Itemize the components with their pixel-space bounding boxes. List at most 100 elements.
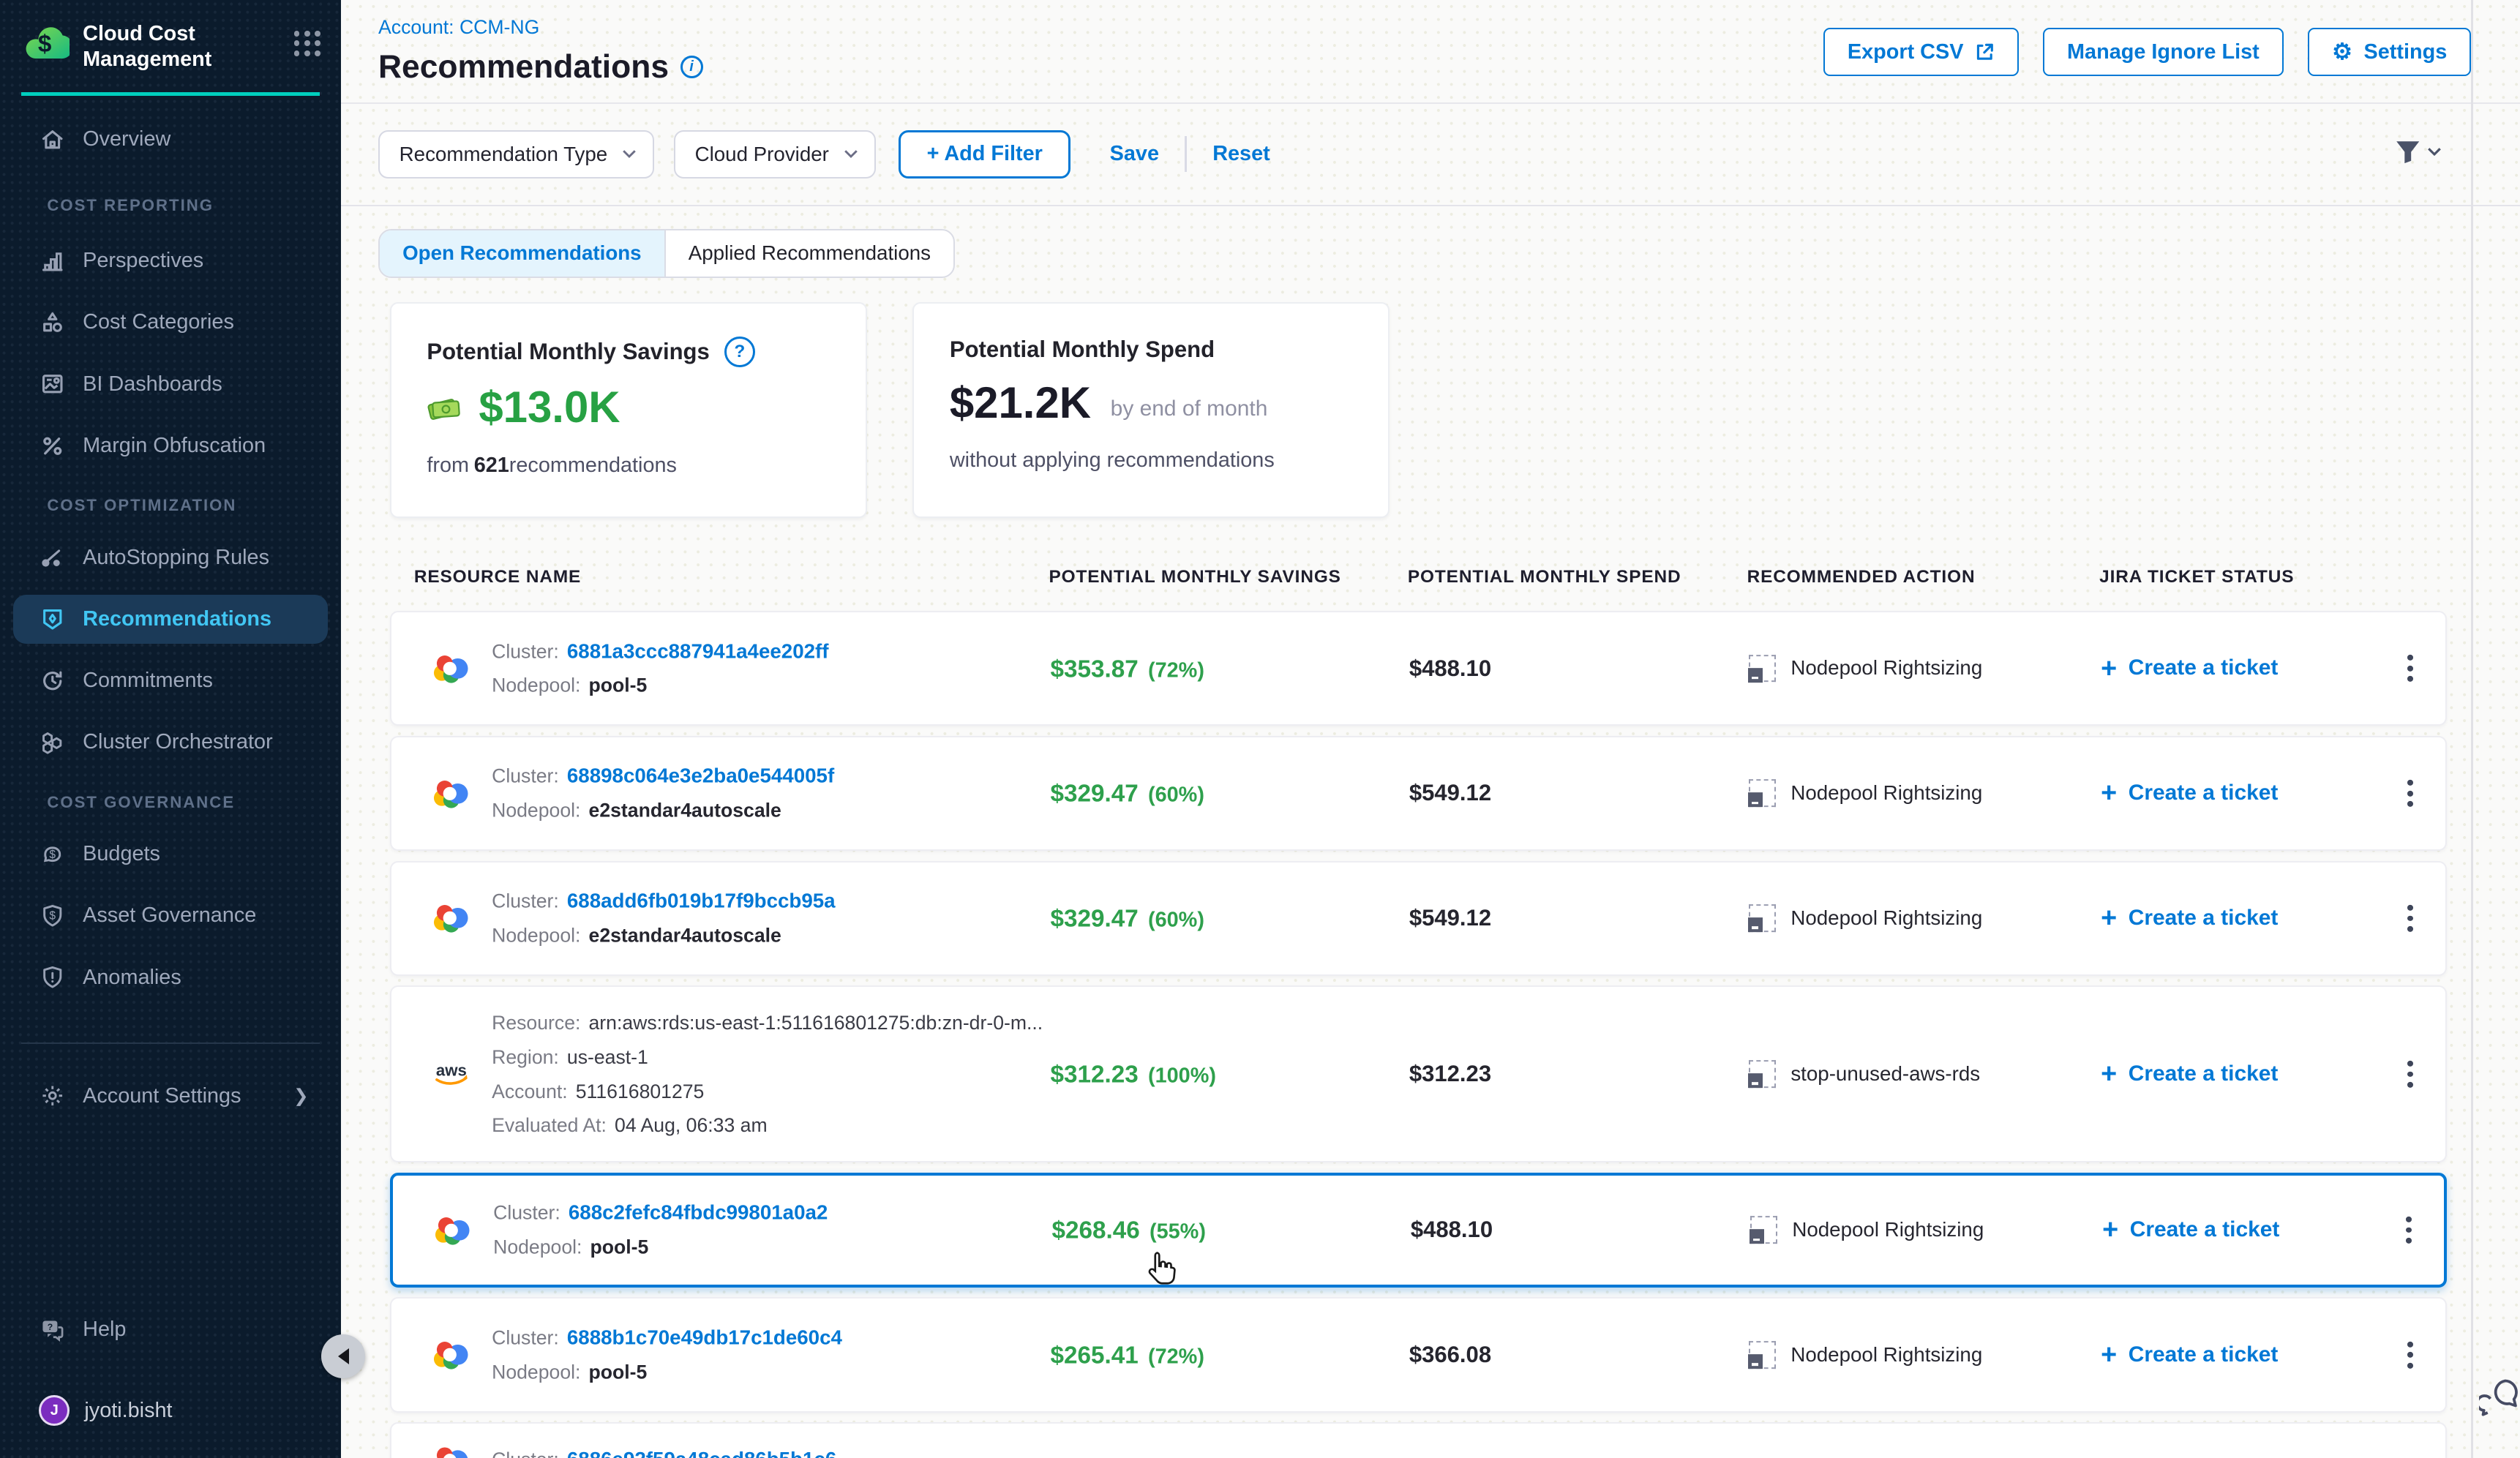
create-ticket-link[interactable]: +Create a ticket bbox=[2101, 780, 2278, 808]
recommendation-type-dropdown[interactable]: Recommendation Type bbox=[378, 130, 654, 179]
filter-funnel-icon[interactable] bbox=[2395, 140, 2442, 164]
create-ticket-link[interactable]: +Create a ticket bbox=[2102, 1216, 2279, 1244]
clock-refresh-icon bbox=[39, 667, 67, 695]
sidebar-item-anomalies[interactable]: Anomalies bbox=[13, 953, 328, 1002]
hexagons-icon bbox=[39, 729, 67, 756]
create-ticket-link[interactable]: +Create a ticket bbox=[2101, 655, 2278, 683]
save-filter-link[interactable]: Save bbox=[1110, 142, 1159, 166]
create-ticket-link[interactable]: +Create a ticket bbox=[2101, 1060, 2278, 1088]
money-icon bbox=[427, 391, 465, 422]
create-ticket-link[interactable]: +Create a ticket bbox=[2101, 904, 2278, 932]
spend-value: $488.10 bbox=[1411, 1217, 1493, 1243]
savings-value: $268.46 bbox=[1051, 1217, 1139, 1244]
sidebar-item-label: Commitments bbox=[83, 669, 213, 693]
row-menu-button[interactable] bbox=[2401, 773, 2420, 813]
shapes-icon bbox=[39, 309, 67, 337]
info-icon[interactable]: i bbox=[680, 56, 703, 78]
row-menu-button[interactable] bbox=[2401, 1054, 2420, 1094]
table-row-selected[interactable]: Cluster:688c2fefc84fbdc99801a0a2 Nodepoo… bbox=[390, 1173, 2447, 1288]
savings-value: $329.47 bbox=[1050, 781, 1138, 808]
plus-icon: + bbox=[2101, 780, 2117, 808]
sidebar-divider bbox=[21, 1042, 320, 1044]
spend-value: $366.08 bbox=[1409, 1342, 1491, 1368]
table-row[interactable]: Cluster:688add6fb019b17f9bccb95a Nodepoo… bbox=[390, 861, 2447, 977]
add-filter-button[interactable]: + Add Filter bbox=[899, 130, 1070, 179]
row-menu-button[interactable] bbox=[2401, 898, 2420, 938]
plus-icon: + bbox=[2101, 655, 2117, 683]
savings-value: $329.47 bbox=[1050, 906, 1138, 933]
sidebar-item-bi-dashboards[interactable]: BI Dashboards bbox=[13, 360, 328, 409]
autostopping-icon bbox=[39, 544, 67, 571]
cloud-provider-dropdown[interactable]: Cloud Provider bbox=[674, 130, 876, 179]
sidebar-item-label: BI Dashboards bbox=[83, 372, 222, 397]
settings-button[interactable]: ⚙ Settings bbox=[2308, 28, 2471, 77]
potential-monthly-spend-card: Potential Monthly Spend $21.2K by end of… bbox=[912, 302, 1390, 518]
sidebar: $ Cloud Cost Management Overview COST RE… bbox=[0, 0, 341, 1458]
table-row[interactable]: Cluster:6886e92f59a48cad86b5b1c6 $244.05… bbox=[390, 1422, 2447, 1457]
sidebar-item-label: Account Settings bbox=[83, 1084, 241, 1108]
table-row[interactable]: aws Resource:arn:aws:rds:us-east-1:51161… bbox=[390, 985, 2447, 1162]
page-header: Account: CCM-NG Recommendations i Export… bbox=[341, 0, 2520, 104]
sidebar-item-cluster-orchestrator[interactable]: Cluster Orchestrator bbox=[13, 718, 328, 767]
spend-value: $549.12 bbox=[1409, 780, 1491, 806]
action-label: Nodepool Rightsizing bbox=[1790, 781, 1982, 805]
cluster-link[interactable]: 688add6fb019b17f9bccb95a bbox=[567, 890, 836, 912]
create-ticket-link[interactable]: +Create a ticket bbox=[2101, 1341, 2278, 1369]
sidebar-item-autostopping-rules[interactable]: AutoStopping Rules bbox=[13, 533, 328, 582]
gear-icon: ⚙ bbox=[2332, 40, 2352, 63]
sidebar-item-margin-obfuscation[interactable]: Margin Obfuscation bbox=[13, 421, 328, 470]
plus-icon: + bbox=[2101, 1341, 2117, 1369]
app-window: $ Cloud Cost Management Overview COST RE… bbox=[0, 0, 2520, 1458]
sidebar-item-recommendations[interactable]: Recommendations bbox=[13, 595, 328, 644]
rightsizing-icon bbox=[1749, 655, 1777, 683]
export-csv-button[interactable]: Export CSV bbox=[1823, 28, 2019, 77]
cluster-link[interactable]: 68898c064e3e2ba0e544005f bbox=[567, 764, 834, 787]
row-menu-button[interactable] bbox=[2401, 648, 2420, 688]
svg-text:$: $ bbox=[38, 31, 52, 58]
tab-applied-recommendations[interactable]: Applied Recommendations bbox=[666, 230, 953, 277]
table-row[interactable]: Cluster:6881a3ccc887941a4ee202ff Nodepoo… bbox=[390, 611, 2447, 726]
user-menu[interactable]: J jyoti.bisht bbox=[0, 1383, 341, 1438]
sidebar-item-commitments[interactable]: Commitments bbox=[13, 656, 328, 705]
dashboard-image-icon bbox=[39, 370, 67, 398]
plus-icon: + bbox=[2102, 1216, 2118, 1244]
breadcrumb-account[interactable]: Account: CCM-NG bbox=[378, 16, 539, 39]
support-chat-icon[interactable] bbox=[2479, 1377, 2519, 1422]
sidebar-item-label: Help bbox=[83, 1318, 126, 1342]
action-label: Nodepool Rightsizing bbox=[1790, 906, 1982, 930]
sidebar-item-perspectives[interactable]: Perspectives bbox=[13, 236, 328, 285]
sidebar-item-label: Budgets bbox=[83, 842, 160, 866]
cluster-link[interactable]: 688c2fefc84fbdc99801a0a2 bbox=[569, 1201, 828, 1224]
sidebar-item-cost-categories[interactable]: Cost Categories bbox=[13, 298, 328, 347]
table-row[interactable]: Cluster:68898c064e3e2ba0e544005f Nodepoo… bbox=[390, 736, 2447, 852]
savings-percent: (60%) bbox=[1148, 784, 1204, 807]
gcp-icon bbox=[430, 776, 473, 811]
savings-value: $312.23 bbox=[1050, 1061, 1138, 1089]
chevron-down-icon bbox=[844, 149, 858, 159]
sidebar-item-budgets[interactable]: $ Budgets bbox=[13, 830, 328, 879]
cluster-link[interactable]: 6881a3ccc887941a4ee202ff bbox=[567, 639, 829, 662]
action-label: Nodepool Rightsizing bbox=[1792, 1218, 1984, 1241]
sidebar-collapse-button[interactable] bbox=[321, 1334, 365, 1378]
table-header: RESOURCE NAME POTENTIAL MONTHLY SAVINGS … bbox=[390, 567, 2520, 590]
cluster-link[interactable]: 6886e92f59a48cad86b5b1c6 bbox=[567, 1448, 836, 1458]
sidebar-item-overview[interactable]: Overview bbox=[13, 116, 328, 165]
apps-grid-icon[interactable] bbox=[294, 31, 322, 56]
cluster-link[interactable]: 6888b1c70e49db17c1de60c4 bbox=[567, 1326, 842, 1349]
rightsizing-icon bbox=[1749, 1060, 1777, 1088]
main-content: Account: CCM-NG Recommendations i Export… bbox=[341, 0, 2520, 1458]
reset-filter-link[interactable]: Reset bbox=[1212, 142, 1270, 166]
sidebar-item-help[interactable]: ? Help bbox=[13, 1305, 328, 1354]
row-menu-button[interactable] bbox=[2401, 1335, 2420, 1375]
tab-open-recommendations[interactable]: Open Recommendations bbox=[380, 230, 666, 277]
question-icon[interactable]: ? bbox=[724, 337, 755, 367]
sidebar-item-account-settings[interactable]: Account Settings ❯ bbox=[13, 1072, 328, 1121]
sidebar-item-asset-governance[interactable]: $ Asset Governance bbox=[13, 891, 328, 940]
table-row[interactable]: Cluster:6888b1c70e49db17c1de60c4 Nodepoo… bbox=[390, 1297, 2447, 1413]
gcp-icon bbox=[430, 651, 473, 685]
manage-ignore-list-button[interactable]: Manage Ignore List bbox=[2043, 28, 2284, 77]
spend-qualifier: by end of month bbox=[1111, 383, 1268, 421]
card-title: Potential Monthly Savings bbox=[427, 339, 709, 365]
row-menu-button[interactable] bbox=[2399, 1210, 2418, 1250]
savings-percent: (72%) bbox=[1148, 1345, 1204, 1369]
